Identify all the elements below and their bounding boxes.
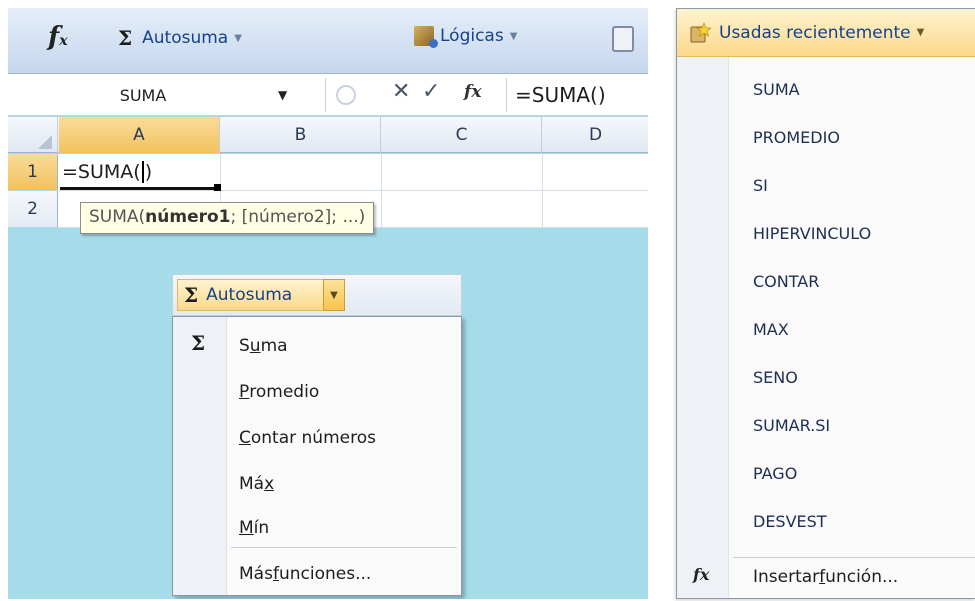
- logicas-label: Lógicas: [440, 26, 504, 46]
- menu-icon-gutter: [173, 317, 227, 595]
- column-header-c[interactable]: C: [382, 117, 542, 153]
- column-gridline: [381, 154, 382, 227]
- recent-item-si[interactable]: SI: [753, 171, 768, 199]
- autosum-dropdown-arrow[interactable]: ▼: [323, 279, 345, 311]
- menu-separator: [733, 557, 975, 558]
- name-box-value: SUMA: [119, 85, 167, 105]
- sigma-icon: Σ: [184, 283, 199, 307]
- lookup-icon: [612, 26, 634, 52]
- row-gridline: [58, 190, 648, 191]
- excel-window: fx Σ Autosuma ▼ Lógicas ▼ SUMA ▼ ✕ ✓ fx …: [8, 8, 648, 599]
- menu-item-text: Má: [239, 474, 265, 494]
- menu-item-text: Insertar: [753, 567, 820, 587]
- select-all-corner[interactable]: [8, 117, 58, 153]
- insert-function-icon[interactable]: fx: [464, 82, 481, 102]
- column-gridline: [542, 154, 543, 227]
- menu-item-accel: P: [239, 382, 250, 402]
- autosum-ribbon-button[interactable]: Σ Autosuma ▼: [118, 26, 242, 50]
- menu-separator: [231, 547, 457, 548]
- enter-check-icon[interactable]: ✓: [422, 79, 440, 104]
- menu-item-promedio[interactable]: Promedio: [239, 377, 319, 407]
- function-syntax-tooltip[interactable]: SUMA(número1; [número2]; ...): [80, 202, 375, 234]
- menu-item-text: unciones...: [278, 564, 372, 584]
- text-caret: [141, 160, 144, 183]
- row-header-1[interactable]: 1: [8, 154, 58, 190]
- insert-function-item[interactable]: Insertar f unción...: [753, 563, 898, 591]
- recent-item-contar[interactable]: CONTAR: [753, 267, 819, 295]
- lookup-ribbon-button[interactable]: [612, 26, 634, 52]
- formula-bar: SUMA ▼ ✕ ✓ fx =SUMA(): [8, 74, 648, 116]
- fx-icon[interactable]: fx: [48, 22, 68, 52]
- menu-item-text: ín: [253, 518, 270, 538]
- chevron-down-icon[interactable]: ▼: [278, 88, 287, 102]
- menu-item-accel: x: [264, 474, 275, 494]
- recent-functions-button[interactable]: Usadas recientemente ▼: [677, 9, 975, 57]
- menu-item-max[interactable]: Má x: [239, 469, 274, 499]
- autosum-button-label: Autosuma: [206, 285, 293, 305]
- menu-item-text: S: [239, 336, 250, 356]
- sigma-icon: Σ: [191, 331, 206, 355]
- chevron-down-icon: ▼: [234, 32, 242, 44]
- menu-item-text: romedio: [249, 382, 320, 402]
- menu-item-text: ma: [260, 336, 288, 356]
- recent-item-promedio[interactable]: PROMEDIO: [753, 123, 840, 151]
- recent-item-suma[interactable]: SUMA: [753, 75, 800, 103]
- cell-a1-close: ): [144, 160, 153, 183]
- chevron-down-icon: ▼: [916, 27, 925, 38]
- menu-item-min[interactable]: Mín: [239, 513, 269, 543]
- tooltip-active-arg: número1: [145, 207, 231, 227]
- recent-functions-label: Usadas recientemente: [719, 22, 911, 43]
- name-box[interactable]: SUMA ▼: [8, 78, 326, 112]
- recent-item-sumar-si[interactable]: SUMAR.SI: [753, 411, 830, 439]
- row-header-2[interactable]: 2: [8, 191, 58, 227]
- chevron-down-icon: ▼: [509, 30, 518, 42]
- menu-item-accel: C: [239, 428, 251, 448]
- ribbon: fx Σ Autosuma ▼ Lógicas ▼: [8, 8, 648, 74]
- formula-input[interactable]: =SUMA(): [506, 78, 646, 112]
- tooltip-prefix: SUMA(: [89, 207, 146, 227]
- logicas-ribbon-button[interactable]: Lógicas ▼: [414, 26, 518, 48]
- sigma-icon: Σ: [118, 26, 133, 50]
- column-header-b[interactable]: B: [221, 117, 381, 153]
- column-header-a[interactable]: A: [59, 117, 220, 153]
- recent-item-desvest[interactable]: DESVEST: [753, 507, 827, 535]
- autosum-split-button: Σ Autosuma ▼: [172, 274, 462, 316]
- fx-icon: fx: [693, 565, 710, 584]
- tooltip-rest: ; [número2]; ...): [230, 207, 366, 227]
- menu-item-accel: u: [249, 336, 261, 356]
- cancel-icon[interactable]: ✕: [392, 79, 410, 104]
- menu-item-text: unción...: [825, 567, 899, 587]
- cell-a1-text: =SUMA(: [62, 160, 141, 183]
- menu-icon-gutter: [677, 57, 729, 598]
- active-cell-a1[interactable]: =SUMA(): [60, 156, 218, 190]
- menu-item-contar-numeros[interactable]: Contar números: [239, 423, 376, 453]
- recent-item-seno[interactable]: SENO: [753, 363, 798, 391]
- menu-item-suma[interactable]: Su ma: [239, 331, 288, 361]
- logical-book-icon: [414, 26, 438, 48]
- star-book-icon: [690, 21, 711, 42]
- menu-item-text: Más: [239, 564, 273, 584]
- autosum-ribbon-label: Autosuma: [142, 28, 229, 48]
- menu-item-text: ontar números: [250, 428, 376, 448]
- recent-item-hipervinculo[interactable]: HIPERVINCULO: [753, 219, 871, 247]
- menu-item-accel: M: [239, 518, 254, 538]
- recent-item-max[interactable]: MAX: [753, 315, 789, 343]
- recent-functions-menu: Usadas recientemente ▼ SUMA PROMEDIO SI …: [676, 8, 975, 599]
- recent-item-pago[interactable]: PAGO: [753, 459, 797, 487]
- column-headers: A B C D: [8, 117, 648, 153]
- autosum-button[interactable]: Σ Autosuma: [177, 279, 329, 311]
- autosum-menu: Σ Su ma Promedio Contar números Má x Mín M…: [172, 316, 462, 596]
- menu-item-mas-funciones[interactable]: Más f unciones...: [239, 559, 371, 589]
- column-header-d[interactable]: D: [543, 117, 648, 153]
- fill-handle[interactable]: [214, 184, 221, 191]
- expand-circle-icon: [336, 85, 356, 105]
